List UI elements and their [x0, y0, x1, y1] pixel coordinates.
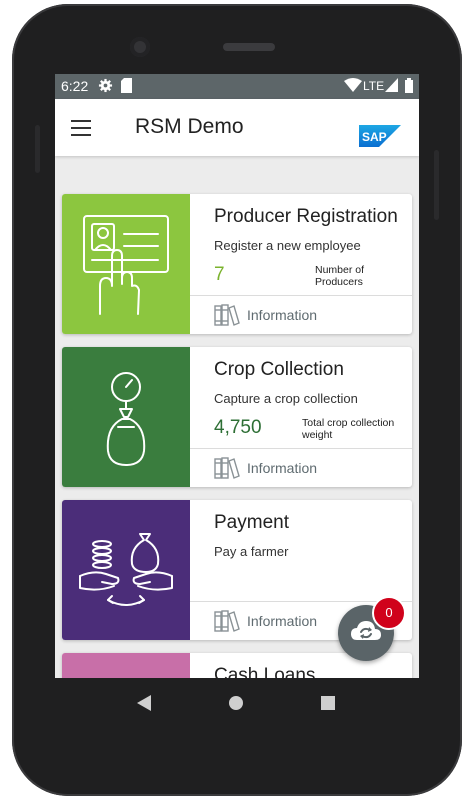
settings-icon	[98, 78, 113, 93]
app-bar: RSM Demo SAP	[55, 99, 419, 156]
crop-tile	[62, 347, 190, 487]
information-label: Information	[247, 307, 318, 323]
metric-label-line1: Number of	[315, 264, 365, 276]
system-nav-bar	[55, 678, 419, 728]
sap-logo: SAP	[359, 125, 401, 147]
card-title: Cash Loans	[214, 665, 316, 678]
information-label: Information	[247, 613, 318, 629]
card-title: Payment	[214, 512, 289, 533]
front-camera	[130, 37, 150, 57]
battery-icon	[405, 78, 413, 93]
card-subtitle: Capture a crop collection	[214, 391, 358, 406]
metric-label-line1: Total crop collection	[302, 417, 395, 429]
recents-icon[interactable]	[321, 696, 335, 710]
power-button	[434, 150, 439, 220]
information-link[interactable]: Information	[190, 448, 412, 487]
metric-label: Total crop collection weight	[302, 417, 394, 441]
earpiece-speaker	[223, 43, 275, 51]
books-icon	[214, 610, 240, 632]
sync-count-badge: 0	[372, 596, 406, 630]
information-link[interactable]: Information	[190, 295, 412, 334]
money-exchange-icon	[79, 533, 173, 606]
signal-icon	[385, 78, 398, 92]
status-bar: 6:22 LTE	[55, 74, 419, 99]
id-card-hand-icon	[83, 215, 169, 315]
books-icon	[214, 457, 240, 479]
metric-label-line2: Producers	[315, 276, 363, 288]
network-type: LTE	[363, 79, 385, 93]
producer-count: 7	[214, 264, 225, 285]
scale-bag-icon	[106, 372, 146, 466]
home-icon[interactable]	[228, 695, 244, 711]
svg-text:SAP: SAP	[362, 130, 387, 144]
sd-card-icon	[121, 78, 132, 93]
app-title: RSM Demo	[135, 115, 244, 138]
metric-label: Number of Producers	[315, 264, 364, 288]
information-label: Information	[247, 460, 318, 476]
status-time: 6:22	[61, 78, 89, 94]
card-subtitle: Pay a farmer	[214, 544, 289, 559]
books-icon	[214, 304, 240, 326]
card-crop-collection[interactable]: Crop Collection Capture a crop collectio…	[62, 347, 412, 487]
card-title: Crop Collection	[214, 359, 344, 380]
card-subtitle: Register a new employee	[214, 238, 361, 253]
card-producer-registration[interactable]: Producer Registration Register a new emp…	[62, 194, 412, 334]
producer-tile	[62, 194, 190, 334]
app-screen: 6:22 LTE RSM Demo SAP Producer Registrat…	[55, 74, 419, 678]
wifi-icon	[344, 78, 362, 92]
cash-loans-tile	[62, 653, 190, 678]
crop-weight-total: 4,750	[214, 417, 262, 438]
volume-button	[35, 125, 40, 173]
menu-icon[interactable]	[71, 120, 91, 136]
card-title: Producer Registration	[214, 206, 398, 227]
metric-label-line2: weight	[302, 429, 333, 441]
payment-tile	[62, 500, 190, 640]
back-icon[interactable]	[136, 694, 152, 712]
